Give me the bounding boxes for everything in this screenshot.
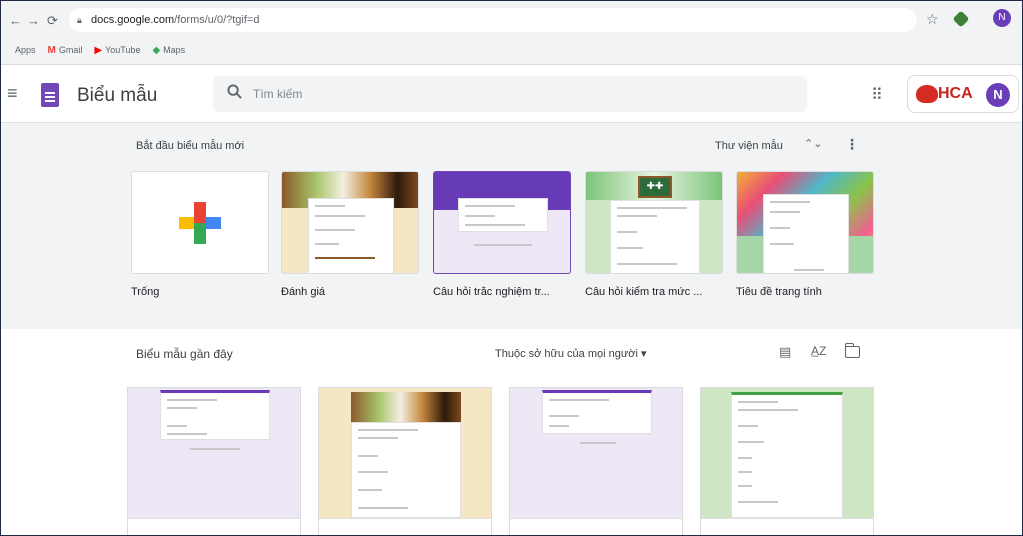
app-title[interactable]: Biểu mẫu [77, 85, 157, 107]
bookmark-star-icon[interactable]: ☆ [926, 11, 939, 28]
lock-icon: 🔒︎ [77, 15, 82, 25]
sort-az-icon[interactable]: A̲Z [811, 344, 826, 358]
bookmark-label: Maps [163, 45, 186, 55]
chalkboard-icon: ✚✚ [638, 176, 672, 198]
hamburger-menu-icon[interactable]: ≡ [7, 83, 18, 104]
template-label: Tiêu đề trang tính [736, 286, 822, 298]
org-logo-icon [916, 85, 938, 103]
template-thumbnail[interactable] [736, 171, 874, 274]
forms-header: ≡ Biểu mẫu ⠿ HCA N [1, 65, 1022, 123]
organization-badge[interactable]: HCA N [907, 75, 1019, 113]
template-thumbnail[interactable] [433, 171, 571, 274]
browser-profile-avatar[interactable]: N [993, 9, 1011, 27]
google-apps-grid-icon[interactable]: ⠿ [871, 85, 883, 105]
bookmark-youtube[interactable]: ▶ YouTube [94, 45, 140, 56]
template-label: Câu hỏi kiểm tra mức ... [585, 286, 703, 298]
form-preview [308, 198, 394, 273]
reload-icon[interactable]: ⟳ [47, 13, 58, 29]
account-avatar[interactable]: N [986, 83, 1010, 107]
template-blank[interactable]: Trống [131, 171, 269, 298]
template-label: Đánh giá [281, 286, 326, 298]
template-quiz[interactable]: Câu hỏi trắc nghiệm tr... [433, 171, 571, 298]
dropdown-arrow-icon: ▾ [640, 348, 647, 360]
bookmark-label: Gmail [58, 45, 83, 55]
form-card-footer [701, 518, 873, 535]
template-evaluation[interactable]: Đánh giá [281, 171, 419, 298]
search-bar[interactable] [213, 76, 807, 112]
list-view-icon[interactable]: ▤ [779, 344, 791, 360]
plus-icon-horizontal [179, 217, 221, 229]
bookmark-gmail[interactable]: M Gmail [48, 45, 83, 56]
template-thumbnail[interactable]: ✚✚ [585, 171, 723, 274]
search-input[interactable] [253, 84, 753, 104]
forward-arrow-icon[interactable]: → [27, 13, 40, 28]
template-level-test[interactable]: ✚✚ Câu hỏi kiểm tra mức ... [585, 171, 723, 298]
template-label: Trống [131, 286, 160, 298]
maps-icon: ◆ [152, 44, 161, 56]
browser-toolbar: ← → ⟳ 🔒︎ docs.google.com/forms/u/0/?tgif… [1, 1, 1022, 65]
bookmark-label: Apps [15, 45, 36, 55]
unfold-icon[interactable]: ⌃⌄ [804, 137, 822, 150]
forms-logo-icon[interactable] [41, 83, 59, 107]
form-card-footer [128, 518, 300, 535]
form-thumbnail [128, 388, 300, 518]
form-thumbnail [510, 388, 682, 518]
bookmark-apps[interactable]: Apps [15, 45, 36, 55]
recent-form-card[interactable] [318, 387, 492, 535]
template-sheet-title[interactable]: Tiêu đề trang tính [736, 171, 874, 298]
form-card-footer [510, 518, 682, 535]
form-preview [763, 194, 849, 273]
template-thumbnail[interactable] [131, 171, 269, 274]
address-bar[interactable]: 🔒︎ docs.google.com/forms/u/0/?tgif=d [69, 8, 917, 32]
url-path: /forms/u/0/?tgif=d [174, 14, 260, 26]
owner-filter-dropdown[interactable]: Thuộc sở hữu của mọi người ▾ [495, 347, 646, 360]
form-thumbnail [319, 388, 491, 518]
template-gallery-section: Bắt đầu biểu mẫu mới Thư viện mẫu ⌃⌄ ⋮ T… [1, 123, 1022, 329]
org-name: HCA [938, 85, 973, 102]
search-icon[interactable] [227, 84, 242, 103]
template-thumbnail[interactable] [281, 171, 419, 274]
youtube-icon: ▶ [94, 44, 103, 56]
gmail-icon: M [47, 44, 56, 56]
back-arrow-icon[interactable]: ← [9, 13, 22, 28]
more-vert-icon[interactable]: ⋮ [845, 136, 859, 153]
bookmark-maps[interactable]: ◆ Maps [152, 45, 185, 56]
folder-icon[interactable] [844, 343, 860, 358]
owner-filter-label: Thuộc sở hữu của mọi người [495, 348, 638, 360]
recent-form-card[interactable] [700, 387, 874, 535]
templates-section-title: Bắt đầu biểu mẫu mới [136, 140, 245, 152]
bookmarks-bar: Apps M Gmail ▶ YouTube ◆ Maps [15, 41, 185, 59]
form-preview [458, 198, 548, 232]
form-card-footer [319, 518, 491, 535]
recent-form-card[interactable] [127, 387, 301, 535]
bookmark-label: YouTube [105, 45, 141, 55]
url-host: docs.google.com [91, 14, 175, 26]
template-gallery-button[interactable]: Thư viện mẫu [715, 140, 783, 152]
form-preview [610, 200, 700, 273]
recent-forms-title: Biểu mẫu gần đây [136, 347, 233, 361]
browser-window: ← → ⟳ 🔒︎ docs.google.com/forms/u/0/?tgif… [0, 0, 1023, 536]
extension-icon[interactable] [952, 10, 970, 28]
recent-form-card[interactable] [509, 387, 683, 535]
form-thumbnail [701, 388, 873, 518]
template-label: Câu hỏi trắc nghiệm tr... [433, 286, 550, 298]
